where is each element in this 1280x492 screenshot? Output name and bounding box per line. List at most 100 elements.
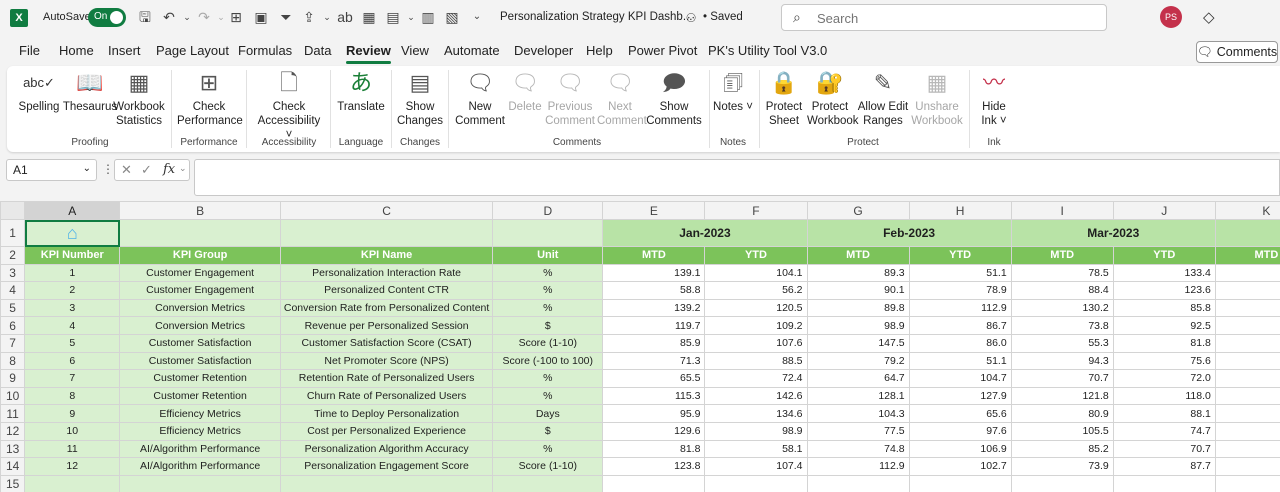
cell-jan-ytd[interactable]: 98.9 (704, 421, 808, 441)
row-header[interactable]: 1 (0, 219, 26, 247)
cell-kpi-group[interactable]: Customer Engagement (119, 263, 281, 283)
tab-review[interactable]: Review (346, 43, 391, 64)
cell-mar-mtd[interactable]: 73.9 (1010, 457, 1114, 476)
cell-apr-mtd[interactable]: 91.5 (1214, 316, 1280, 335)
thesaurus-button[interactable]: 📖 Thesaurus (62, 70, 118, 114)
cell-mar-ytd[interactable]: 74.7 (1112, 421, 1216, 441)
header-kpi-number[interactable]: KPI Number (24, 246, 121, 265)
row-header[interactable]: 9 (0, 369, 26, 388)
cell-apr-mtd[interactable]: 98.3 (1214, 351, 1280, 371)
cell-apr-mtd[interactable]: 60.8 (1214, 404, 1280, 423)
check-accessibility-button[interactable]: 🗋 Check Accessibility ˅ (253, 70, 325, 142)
cell-mar-ytd[interactable]: 75.6 (1112, 351, 1216, 371)
notes-button[interactable]: 🗊 Notes ˅ (713, 70, 753, 114)
cell-feb-mtd[interactable]: 112.9 (806, 457, 910, 476)
cell-jan-ytd[interactable]: 142.6 (704, 386, 808, 406)
cell-mar-ytd[interactable]: 123.6 (1112, 281, 1216, 300)
cell-jan-ytd[interactable]: 109.2 (704, 316, 808, 335)
borders-icon[interactable]: ⊞ (227, 8, 245, 26)
cell-jan-ytd[interactable]: 134.6 (704, 404, 808, 423)
empty-cell[interactable] (1010, 474, 1114, 492)
row-header[interactable]: 15 (0, 474, 26, 492)
search-input[interactable] (817, 9, 1097, 27)
cell-feb-ytd[interactable]: 86.0 (908, 333, 1012, 353)
header-kpi-name[interactable]: KPI Name (279, 246, 494, 265)
spelling-button[interactable]: abc✓ Spelling (11, 70, 67, 114)
document-title[interactable]: Personalization Strategy KPI Dashb... (500, 11, 692, 23)
cell-kpi-number[interactable]: 1 (24, 263, 121, 283)
share-icon[interactable]: ⇪ (300, 8, 318, 26)
cell-kpi-name[interactable]: Churn Rate of Personalized Users (279, 386, 494, 406)
next-comment-button[interactable]: 🗨 Next Comment (597, 70, 647, 128)
cell-kpi-name[interactable]: Personalization Engagement Score (279, 457, 494, 476)
cell-jan-mtd[interactable]: 129.6 (602, 421, 706, 441)
cell-kpi-name[interactable]: Cost per Personalized Experience (279, 421, 494, 441)
cell-feb-ytd[interactable]: 51.1 (908, 263, 1012, 283)
cell-kpi-group[interactable]: Customer Satisfaction (119, 333, 281, 353)
comments-button[interactable]: 🗨 Comments (1196, 41, 1278, 63)
month-header-mar[interactable]: Mar-2023 (1010, 219, 1216, 247)
cell-jan-ytd[interactable]: 107.6 (704, 333, 808, 353)
cell-jan-ytd[interactable]: 58.1 (704, 439, 808, 459)
row-header[interactable]: 13 (0, 439, 26, 459)
column-header-i[interactable]: I (1010, 201, 1114, 220)
tab-developer[interactable]: Developer (514, 43, 573, 58)
cell-mar-mtd[interactable]: 55.3 (1010, 333, 1114, 353)
cell-mar-ytd[interactable]: 92.5 (1112, 316, 1216, 335)
cell-mar-ytd[interactable]: 72.0 (1112, 369, 1216, 388)
row-header[interactable]: 10 (0, 386, 26, 406)
cell-b1[interactable] (119, 219, 281, 247)
month-header-jan[interactable]: Jan-2023 (602, 219, 808, 247)
tab-power-pivot[interactable]: Power Pivot (628, 43, 697, 58)
row-header[interactable]: 6 (0, 316, 26, 335)
cell-kpi-name[interactable]: Retention Rate of Personalized Users (279, 369, 494, 388)
header-mtd[interactable]: MTD (1214, 246, 1280, 265)
cell-feb-mtd[interactable]: 128.1 (806, 386, 910, 406)
cell-feb-mtd[interactable]: 98.9 (806, 316, 910, 335)
format-dropdown-icon[interactable]: ⌄ (402, 8, 420, 26)
picture-icon[interactable]: ▣ (252, 8, 270, 26)
empty-cell[interactable] (1214, 474, 1280, 492)
customize-toolbar-icon[interactable]: ⌄ (468, 8, 486, 26)
cell-kpi-name[interactable]: Personalization Interaction Rate (279, 263, 494, 283)
cell-unit[interactable]: % (492, 386, 604, 406)
cell-jan-ytd[interactable]: 88.5 (704, 351, 808, 371)
cell-unit[interactable]: Days (492, 404, 604, 423)
column-header-h[interactable]: H (908, 201, 1012, 220)
empty-cell[interactable] (908, 474, 1012, 492)
calculator-icon[interactable]: ▥ (419, 8, 437, 26)
tab-page-layout[interactable]: Page Layout (156, 43, 229, 58)
header-mtd[interactable]: MTD (1010, 246, 1114, 265)
cell-jan-mtd[interactable]: 119.7 (602, 316, 706, 335)
cell-unit[interactable]: Score (1-10) (492, 333, 604, 353)
cell-unit[interactable]: $ (492, 421, 604, 441)
home-icon[interactable]: ⌂ (67, 223, 78, 243)
cell-feb-mtd[interactable]: 89.3 (806, 263, 910, 283)
cell-kpi-number[interactable]: 7 (24, 369, 121, 388)
undo-dropdown-icon[interactable]: ⌄ (178, 8, 196, 26)
cell-feb-mtd[interactable]: 89.8 (806, 298, 910, 318)
cell-mar-ytd[interactable]: 87.7 (1112, 457, 1216, 476)
empty-cell[interactable] (806, 474, 910, 492)
column-header-g[interactable]: G (806, 201, 910, 220)
cell-mar-ytd[interactable]: 133.4 (1112, 263, 1216, 283)
cell-kpi-number[interactable]: 6 (24, 351, 121, 371)
saved-status[interactable]: • Saved (703, 11, 743, 23)
select-all-corner[interactable] (0, 201, 26, 220)
premium-diamond-icon[interactable]: ◇ (1203, 8, 1215, 26)
cell-unit[interactable]: % (492, 369, 604, 388)
column-header-e[interactable]: E (602, 201, 706, 220)
cell-kpi-number[interactable]: 3 (24, 298, 121, 318)
column-header-b[interactable]: B (119, 201, 281, 220)
cell-kpi-group[interactable]: Customer Retention (119, 369, 281, 388)
cell-mar-ytd[interactable]: 88.1 (1112, 404, 1216, 423)
redo-icon[interactable]: ↷ (195, 8, 213, 26)
empty-cell[interactable] (602, 474, 706, 492)
filter-icon[interactable]: ⏷ (277, 8, 295, 26)
cell-kpi-name[interactable]: Time to Deploy Personalization (279, 404, 494, 423)
cell-jan-ytd[interactable]: 104.1 (704, 263, 808, 283)
show-changes-button[interactable]: ▤ Show Changes (396, 70, 444, 128)
new-comment-button[interactable]: 🗨 New Comment (453, 70, 507, 128)
row-header[interactable]: 4 (0, 281, 26, 300)
row-header[interactable]: 14 (0, 457, 26, 476)
